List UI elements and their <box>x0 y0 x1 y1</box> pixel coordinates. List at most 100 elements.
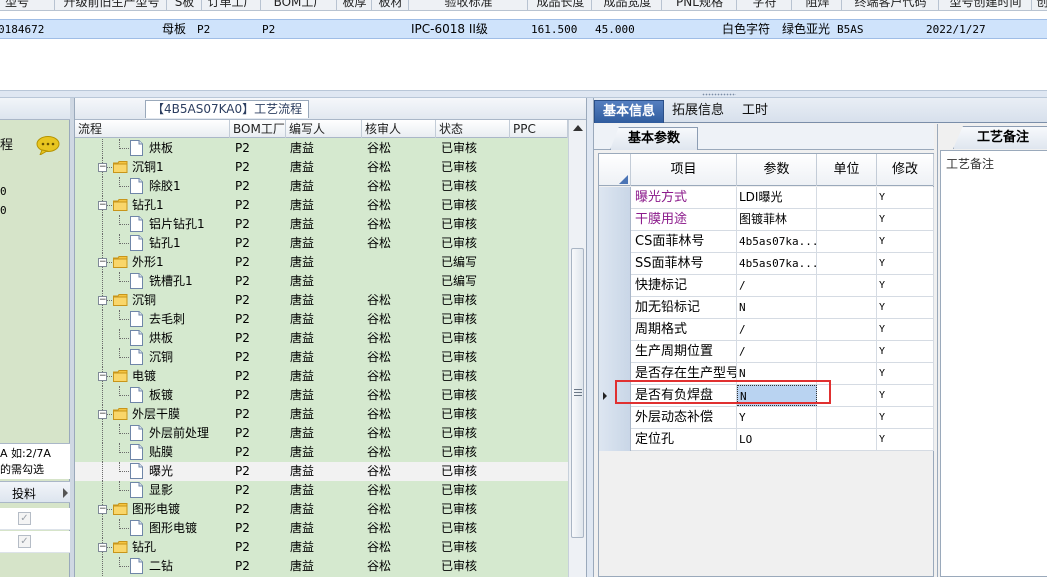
top-column-header[interactable]: 创 <box>1033 0 1047 10</box>
column-auditor[interactable]: 核审人 <box>362 120 436 138</box>
param-row[interactable]: 曝光方式 LDI曝光 Y <box>599 187 934 209</box>
process-row[interactable]: − 外形1 P2 唐益 已编写 <box>75 253 568 272</box>
param-unit[interactable] <box>817 209 877 230</box>
process-row[interactable]: 图形电镀 P2 唐益 谷松 已审核 <box>75 519 568 538</box>
horizontal-splitter[interactable] <box>0 90 1047 98</box>
process-row[interactable]: 二钻 P2 唐益 谷松 已审核 <box>75 557 568 576</box>
left-subgrid-row[interactable]: ✓ <box>0 531 70 553</box>
splitter-grip-icon[interactable] <box>702 93 736 96</box>
collapse-icon[interactable]: − <box>98 543 107 552</box>
process-row[interactable]: 显影 P2 唐益 谷松 已审核 <box>75 481 568 500</box>
column-writer[interactable]: 编写人 <box>286 120 362 138</box>
tab-process-remarks[interactable]: 工艺备注 <box>953 126 1047 149</box>
process-flow-title[interactable]: 【4B5AS07KA0】工艺流程 <box>145 100 310 118</box>
param-row[interactable]: 周期格式 / Y <box>599 319 934 341</box>
collapse-icon[interactable]: − <box>98 505 107 514</box>
column-modify[interactable]: 修改 <box>877 154 934 186</box>
row-selector[interactable] <box>599 209 631 231</box>
param-unit[interactable] <box>817 231 877 252</box>
process-row[interactable]: 烘板 P2 唐益 谷松 已审核 <box>75 139 568 158</box>
remarks-area[interactable]: 工艺备注 <box>940 150 1047 577</box>
param-modify[interactable]: Y <box>877 429 934 450</box>
top-column-header[interactable]: 板厚 <box>338 0 372 10</box>
scroll-thumb[interactable] <box>571 248 584 538</box>
param-modify[interactable]: Y <box>877 231 934 252</box>
top-column-header[interactable]: 阻焊 <box>794 0 842 10</box>
param-value[interactable]: / <box>737 341 817 362</box>
grid-corner[interactable] <box>599 154 631 186</box>
top-column-header[interactable]: 订单工厂 <box>203 0 261 10</box>
process-row[interactable]: 沉铜 P2 唐益 谷松 已审核 <box>75 348 568 367</box>
top-column-header[interactable]: BOM工厂 <box>263 0 337 10</box>
param-unit[interactable] <box>817 297 877 318</box>
collapse-icon[interactable]: − <box>98 372 107 381</box>
process-row[interactable]: 去毛刺 P2 唐益 谷松 已审核 <box>75 310 568 329</box>
param-value[interactable]: LO <box>737 429 817 450</box>
process-row[interactable]: − 沉铜1 P2 唐益 谷松 已审核 <box>75 158 568 177</box>
param-unit[interactable] <box>817 407 877 428</box>
collapse-icon[interactable]: − <box>98 258 107 267</box>
process-row[interactable]: 铝片钻孔1 P2 唐益 谷松 已审核 <box>75 215 568 234</box>
param-row[interactable]: CS面菲林号 4b5as07ka... Y <box>599 231 934 253</box>
collapse-icon[interactable]: − <box>98 201 107 210</box>
process-row[interactable]: − 钻孔1 P2 唐益 谷松 已审核 <box>75 196 568 215</box>
collapse-icon[interactable]: − <box>98 410 107 419</box>
column-ppc[interactable]: PPC <box>510 120 568 138</box>
process-row[interactable]: 除胶1 P2 唐益 谷松 已审核 <box>75 177 568 196</box>
column-unit[interactable]: 单位 <box>817 154 877 186</box>
chat-bubble-icon[interactable] <box>36 136 60 155</box>
scroll-up-icon[interactable] <box>573 125 583 131</box>
row-selector[interactable] <box>599 231 631 253</box>
column-bom-factory[interactable]: BOM工厂 <box>230 120 286 138</box>
param-value[interactable]: Y <box>737 407 817 428</box>
row-selector[interactable] <box>599 429 631 451</box>
process-flow-scrollbar[interactable] <box>568 120 586 577</box>
process-row[interactable]: − 外层干膜 P2 唐益 谷松 已审核 <box>75 405 568 424</box>
top-column-header[interactable]: 升级前旧生产型号 <box>57 0 167 10</box>
param-modify[interactable]: Y <box>877 253 934 274</box>
param-value[interactable]: N <box>737 297 817 318</box>
row-selector[interactable] <box>599 319 631 341</box>
param-unit[interactable] <box>817 275 877 296</box>
param-modify[interactable]: Y <box>877 385 934 406</box>
param-value[interactable]: 4b5as07ka... <box>737 253 817 274</box>
row-selector[interactable] <box>599 253 631 275</box>
param-modify[interactable]: Y <box>877 297 934 318</box>
param-value[interactable]: 图镀菲林 <box>737 209 817 230</box>
param-row[interactable]: 快捷标记 / Y <box>599 275 934 297</box>
process-row[interactable]: 板镀 P2 唐益 谷松 已审核 <box>75 386 568 405</box>
process-row[interactable]: − 沉铜 P2 唐益 谷松 已审核 <box>75 291 568 310</box>
column-param[interactable]: 参数 <box>737 154 817 186</box>
param-unit[interactable] <box>817 319 877 340</box>
param-modify[interactable]: Y <box>877 275 934 296</box>
tab-basic-info[interactable]: 基本信息 <box>594 100 665 123</box>
param-unit[interactable] <box>817 253 877 274</box>
param-row[interactable]: 干膜用途 图镀菲林 Y <box>599 209 934 231</box>
column-feed[interactable]: 投料 <box>12 485 36 502</box>
process-row[interactable]: − 电镀 P2 唐益 谷松 已审核 <box>75 367 568 386</box>
process-row[interactable]: 贴膜 P2 唐益 谷松 已审核 <box>75 443 568 462</box>
collapse-icon[interactable]: − <box>98 296 107 305</box>
param-row[interactable]: SS面菲林号 4b5as07ka... Y <box>599 253 934 275</box>
process-row[interactable]: 外层前处理 P2 唐益 谷松 已审核 <box>75 424 568 443</box>
vertical-splitter[interactable] <box>586 98 594 577</box>
param-modify[interactable]: Y <box>877 209 934 230</box>
param-value[interactable]: / <box>737 319 817 340</box>
param-modify[interactable]: Y <box>877 363 934 384</box>
top-column-header[interactable]: PNL规格 <box>663 0 737 10</box>
column-status[interactable]: 状态 <box>436 120 510 138</box>
top-column-header[interactable]: 成品宽度 <box>594 0 662 10</box>
process-row[interactable]: 铣槽孔1 P2 唐益 已编写 <box>75 272 568 291</box>
row-selector[interactable] <box>599 297 631 319</box>
row-selector[interactable] <box>599 187 631 209</box>
row-selector[interactable] <box>599 407 631 429</box>
param-unit[interactable] <box>817 341 877 362</box>
row-selector[interactable] <box>599 275 631 297</box>
param-value[interactable]: LDI曝光 <box>737 187 817 208</box>
param-row[interactable]: 定位孔 LO Y <box>599 429 934 451</box>
process-row[interactable]: 曝光 P2 唐益 谷松 已审核 <box>75 462 568 481</box>
process-row[interactable]: 烘板 P2 唐益 谷松 已审核 <box>75 329 568 348</box>
tab-work-hours[interactable]: 工时 <box>734 100 776 123</box>
left-subgrid-row[interactable]: ✓ <box>0 508 70 530</box>
param-unit[interactable] <box>817 429 877 450</box>
